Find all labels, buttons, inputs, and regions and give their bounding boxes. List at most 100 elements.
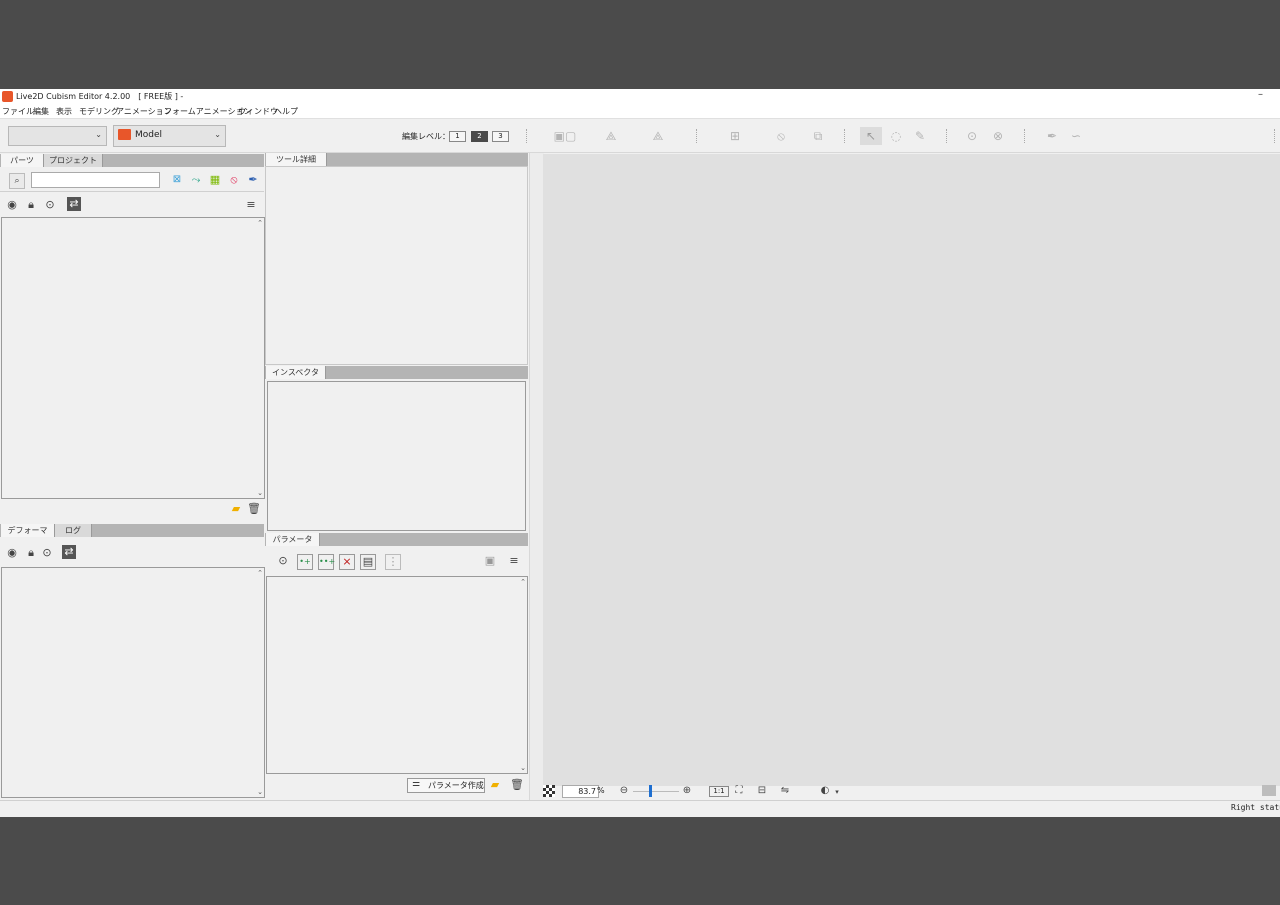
image-icon[interactable]: ⊠ (170, 173, 184, 187)
transparency-checker-icon[interactable] (543, 785, 555, 797)
edit-level-2-button[interactable]: 2 (471, 131, 488, 142)
menu-help[interactable]: ヘルプ (274, 106, 298, 117)
menu-window[interactable]: ウィンドウ (238, 106, 278, 117)
toolbar-separator (1274, 129, 1276, 143)
edit-level-3-button[interactable]: 3 (492, 131, 509, 142)
menu-icon[interactable]: ≡ (244, 198, 258, 212)
model-dropdown[interactable]: Model ⌄ (113, 125, 226, 147)
zoom-out-icon[interactable]: ⊖ (617, 784, 631, 798)
expand-down-icon[interactable]: ⊙ (43, 198, 57, 212)
add-three-keys-icon[interactable]: ••+ (318, 554, 335, 570)
mesh-edit-icon[interactable]: ⟁ (592, 127, 630, 145)
parts-search-input[interactable] (31, 172, 160, 188)
brush-select-icon[interactable]: ✎ (910, 127, 930, 145)
toggle-icon[interactable]: ◐ (815, 784, 835, 798)
zoom-slider-thumb[interactable] (649, 785, 652, 797)
eye-icon[interactable]: ◉ (5, 546, 19, 560)
swap-icon[interactable]: ⇄ (67, 197, 81, 211)
select-arrow-icon[interactable]: ↖ (860, 127, 882, 145)
menu-edit[interactable]: 編集 (33, 106, 49, 117)
folder-icon[interactable]: ▰ (488, 778, 502, 792)
tab-log[interactable]: ログ (55, 524, 92, 537)
eye-icon[interactable]: ◉ (5, 198, 19, 212)
status-bar: Right status (0, 800, 1280, 817)
search-icon[interactable]: ⌕ (9, 173, 25, 189)
tab-project[interactable]: プロジェクト (44, 154, 103, 167)
connect-icon[interactable]: ⤳ (189, 173, 203, 187)
deformer-list[interactable]: ⌃ ⌄ (1, 567, 265, 798)
expand-right-icon[interactable]: ⊙ (276, 554, 290, 568)
divider (0, 191, 264, 192)
canvas-area[interactable] (543, 154, 1280, 786)
lock-icon[interactable]: 🔒︎ (24, 546, 38, 560)
inspector-tabstrip: インスペクタ (265, 366, 528, 379)
auto-mesh-icon[interactable]: ⟁ (637, 127, 679, 145)
pen-icon[interactable]: ✒ (1042, 127, 1062, 145)
scroll-down-icon[interactable]: ⌄ (257, 788, 263, 796)
trash-icon[interactable]: 🗑︎ (510, 778, 524, 792)
parameter-list[interactable]: ⌃ ⌄ (266, 576, 528, 774)
pin-icon[interactable]: ⊙ (962, 127, 982, 145)
scroll-down-icon[interactable]: ⌄ (520, 764, 526, 772)
rotation-deformer-icon[interactable]: ⦸ (762, 127, 800, 145)
toolbar-separator (844, 129, 846, 143)
actual-size-button[interactable]: 1:1 (709, 786, 729, 797)
zoom-unit: % (597, 786, 605, 795)
workspace-dropdown[interactable]: ⌄ (8, 126, 107, 146)
title-bar: Live2D Cubism Editor 4.2.00 [ FREE版 ] - … (0, 89, 1280, 104)
zoom-slider-track[interactable] (633, 791, 679, 792)
tool-detail-tabstrip: ツール詳細 (265, 153, 528, 166)
group-icon[interactable]: ▣ (483, 554, 497, 568)
flip-icon[interactable]: ⇋ (778, 784, 792, 798)
chevron-down-icon[interactable]: ▾ (833, 785, 841, 799)
trash-icon[interactable]: 🗑︎ (247, 502, 261, 516)
scroll-up-icon[interactable]: ⌃ (257, 219, 263, 227)
menu-modeling[interactable]: モデリング (79, 106, 119, 117)
tab-parts[interactable]: パーツ (1, 154, 44, 167)
matrix-icon[interactable]: ⋮ (385, 554, 401, 570)
curve-icon[interactable]: ∽ (1066, 127, 1086, 145)
zoom-input[interactable]: 83.7 (562, 785, 599, 798)
add-key-icon[interactable]: •+ (297, 554, 313, 570)
model-value: Model (135, 130, 163, 140)
pen-icon[interactable]: ✒ (246, 173, 260, 187)
create-parameter-button[interactable]: ⚌ パラメータ作成 (407, 778, 485, 793)
warp-deformer-icon[interactable]: ⊞ (716, 127, 754, 145)
right-status-text: Right status (1231, 803, 1280, 812)
scroll-up-icon[interactable]: ⌃ (257, 569, 263, 577)
panel-toggle-icon[interactable] (1262, 785, 1276, 796)
rotation-icon[interactable]: ⦸ (227, 173, 241, 187)
panel-splitter[interactable] (529, 153, 544, 800)
lock-icon[interactable]: 🔒︎ (24, 198, 38, 212)
menu-bar: ファイル 編集 表示 モデリング アニメーション フォームアニメーション ウィン… (0, 104, 1280, 119)
tab-tool-detail[interactable]: ツール詳細 (266, 153, 327, 166)
tab-inspector[interactable]: インスペクタ (266, 366, 326, 379)
scroll-up-icon[interactable]: ⌃ (520, 578, 526, 586)
expand-right-icon[interactable]: ⊙ (40, 546, 54, 560)
pin-off-icon[interactable]: ⊗ (988, 127, 1008, 145)
fit-screen-icon[interactable]: ⛶ (732, 784, 746, 798)
tab-parameter[interactable]: パラメータ (266, 533, 320, 546)
cubism-editor-window: Live2D Cubism Editor 4.2.00 [ FREE版 ] - … (0, 89, 1280, 817)
glue-icon[interactable]: ⧉ (806, 127, 830, 145)
swap-icon[interactable]: ⇄ (62, 545, 76, 559)
tab-deformer[interactable]: デフォーマ (1, 524, 55, 537)
menu-icon[interactable]: ≡ (507, 554, 521, 568)
delete-key-icon[interactable]: ⨯ (339, 554, 355, 570)
menu-view[interactable]: 表示 (56, 106, 72, 117)
keyform-icon[interactable]: ▤ (360, 554, 376, 570)
grid-icon[interactable]: ▦ (208, 173, 222, 187)
folder-icon[interactable]: ▰ (229, 502, 243, 516)
art-mesh-icon[interactable]: ▣▢ (545, 127, 585, 145)
edit-level-1-button[interactable]: 1 (449, 131, 466, 142)
lasso-icon[interactable]: ◌ (886, 127, 906, 145)
fit-width-icon[interactable]: ⊟ (755, 784, 769, 798)
menu-file[interactable]: ファイル (2, 106, 34, 117)
tool-detail-panel: ツール詳細 (265, 153, 528, 365)
parts-list[interactable]: ⌃ ⌄ (1, 217, 265, 499)
minimize-button[interactable]: – (1258, 89, 1263, 100)
zoom-in-icon[interactable]: ⊕ (680, 784, 694, 798)
deformer-tabstrip: デフォーマ ログ (0, 524, 264, 537)
chevron-down-icon: ⌄ (214, 130, 221, 139)
scroll-down-icon[interactable]: ⌄ (257, 489, 263, 497)
